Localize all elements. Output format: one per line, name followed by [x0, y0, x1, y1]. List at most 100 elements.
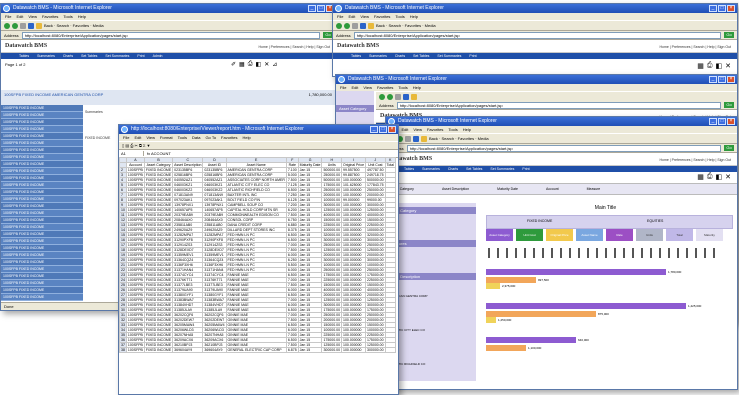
table-cell[interactable]: 125000.00: [365, 207, 386, 213]
table-cell[interactable]: 31376KT71: [202, 277, 227, 283]
table-cell[interactable]: FIXED INCOME: [143, 287, 174, 293]
header-tile[interactable]: Asset Category: [486, 229, 513, 241]
report-row[interactable]: 100SFPB FIXED INCOME: [1, 168, 83, 175]
nav-summaries[interactable]: Summaries: [422, 167, 440, 171]
table-cell[interactable]: 7.125: [285, 182, 299, 188]
table-cell[interactable]: 369604AY9: [172, 347, 204, 353]
table-cell[interactable]: 250000.00: [321, 172, 343, 178]
close-button[interactable]: ×: [388, 126, 396, 133]
chart-icon[interactable]: ◧: [256, 61, 262, 68]
table-cell[interactable]: 100SFPB: [125, 242, 145, 248]
table-cell[interactable]: FIXED INCOME: [143, 332, 174, 338]
table-cell[interactable]: FIXED INCOME: [143, 347, 174, 353]
nav-print[interactable]: Print: [469, 54, 476, 58]
table-cell[interactable]: 5.000: [285, 172, 299, 178]
table-cell[interactable]: CAPITAL HOLD CORP MTN SR: [225, 207, 287, 213]
header-tile[interactable]: Maturity: [696, 229, 723, 241]
table-cell[interactable]: 7.100: [285, 167, 299, 173]
stop-icon[interactable]: [405, 135, 411, 142]
go-button[interactable]: Go: [724, 102, 734, 108]
home-icon[interactable]: [36, 22, 42, 29]
table-cell[interactable]: 125000.00: [321, 297, 343, 303]
sidebar-asset-category[interactable]: Asset Category: [336, 105, 374, 112]
table-cell[interactable]: 100SFPB: [125, 202, 145, 208]
column-header[interactable]: Account: [125, 162, 145, 168]
table-cell[interactable]: 200000.00: [321, 317, 343, 323]
table-cell[interactable]: 100SFPB: [125, 187, 145, 193]
report-row[interactable]: 100SFPB FIXED INCOME: [1, 217, 83, 224]
report-row[interactable]: 100SFPB FIXED INCOME: [1, 273, 83, 280]
table-cell[interactable]: 097023AK1: [202, 197, 227, 203]
table-cell[interactable]: 150000.00: [365, 217, 386, 223]
table-row[interactable]: 38 100SFPB FIXED INCOME 369604AY9 369604AY9 G…: [119, 347, 397, 353]
column-header[interactable]: Asset Category: [143, 162, 174, 168]
table-cell[interactable]: 36207NHA5: [202, 332, 227, 338]
table-cell[interactable]: 046003KZ1: [202, 182, 227, 188]
table-cell[interactable]: 100.000000: [341, 187, 367, 193]
menu-item[interactable]: Favorites: [221, 135, 237, 140]
table-row[interactable]: 3 100SFPB FIXED INCOME 025816BF6 025816BF6 AM…: [119, 172, 397, 178]
table-cell[interactable]: 040552AZ1: [202, 177, 227, 183]
table-cell[interactable]: 100.000000: [341, 192, 367, 198]
home-icon[interactable]: [368, 22, 374, 29]
table-cell[interactable]: 200000.00: [365, 252, 386, 258]
table-cell[interactable]: 100SFPB: [125, 317, 145, 323]
table-cell[interactable]: 31384VHD7: [202, 302, 227, 308]
table-cell[interactable]: 208464AX0: [202, 217, 227, 223]
table-cell[interactable]: 100.000000: [341, 342, 367, 348]
report-row[interactable]: 100SFPB FIXED INCOME: [1, 133, 83, 140]
table-cell[interactable]: 100SFPB: [125, 272, 145, 278]
table-cell[interactable]: 6.250: [285, 257, 299, 263]
table-cell[interactable]: 200000.00: [321, 192, 343, 198]
table-cell[interactable]: 150000.00: [365, 282, 386, 288]
table-cell[interactable]: 177843.75: [365, 182, 386, 188]
table-cell[interactable]: 100SFPB: [125, 282, 145, 288]
table-cell[interactable]: 023135BF6: [202, 167, 227, 173]
table-row[interactable]: 9 100SFPB FIXED INCOME 13978PNX1 13978PNX1 CA…: [119, 202, 397, 208]
filter-icon[interactable]: ⊿: [272, 61, 277, 68]
toolbar-icons[interactable]: ▯ ▤ ⎙ ✂ ⧉ Σ ▼: [122, 143, 151, 148]
table-cell[interactable]: COMMONWEALTH EDISON CO: [225, 212, 287, 218]
table-cell[interactable]: 13978PNX1: [202, 202, 227, 208]
table-cell[interactable]: FIXED INCOME: [143, 282, 174, 288]
bar[interactable]: [486, 303, 686, 309]
table-cell[interactable]: FIXED INCOME: [143, 187, 174, 193]
maximize-button[interactable]: □: [317, 5, 325, 12]
table-cell[interactable]: 200000.00: [365, 192, 386, 198]
table-cell[interactable]: 225000.00: [321, 277, 343, 283]
table-cell[interactable]: 249718.75: [365, 172, 386, 178]
table-cell[interactable]: FIXED INCOME: [143, 327, 174, 333]
top-links[interactable]: Home | Preferences | Search | Help | Sig…: [258, 45, 330, 49]
table-cell[interactable]: 100SFPB: [125, 232, 145, 238]
table-cell[interactable]: 31379UA90: [202, 287, 227, 293]
table-cell[interactable]: 100.000000: [341, 322, 367, 328]
table-cell[interactable]: 250000.00: [365, 187, 386, 193]
nav-set-summaries[interactable]: Set Summaries: [490, 167, 514, 171]
minimize-button[interactable]: _: [709, 118, 717, 125]
menu-view[interactable]: View: [28, 14, 37, 19]
table-cell[interactable]: 31359MEV1: [202, 252, 227, 258]
table-cell[interactable]: 500000.00: [365, 177, 386, 183]
table-row[interactable]: 14 100SFPB FIXED INCOME 249620AZ9 249620AZ9 D…: [119, 227, 397, 233]
table-cell[interactable]: 7.000: [285, 242, 299, 248]
table-cell[interactable]: 7.500: [285, 282, 299, 288]
report-row[interactable]: 100SFPB FIXED INCOME: [1, 245, 83, 252]
table-cell[interactable]: 175000.00: [365, 307, 386, 313]
table-cell[interactable]: 100000.00: [365, 262, 386, 268]
print-icon[interactable]: ⎙: [707, 173, 713, 181]
table-cell[interactable]: 100.000000: [341, 292, 367, 298]
table-cell[interactable]: 100.000000: [341, 317, 367, 323]
table-cell[interactable]: 7.200: [285, 202, 299, 208]
table-cell[interactable]: 6.500: [285, 337, 299, 343]
back-icon[interactable]: [4, 22, 10, 29]
table-cell[interactable]: 300000.00: [365, 302, 386, 308]
table-cell[interactable]: 36205MAW4: [202, 322, 227, 328]
nav-tables[interactable]: Tables: [19, 54, 29, 58]
table-cell[interactable]: 225000.00: [365, 277, 386, 283]
table-icon[interactable]: ▦: [697, 173, 704, 181]
table-cell[interactable]: 7.500: [285, 317, 299, 323]
report-row[interactable]: 100SFPB FIXED INCOME: [1, 112, 83, 119]
menu-edit[interactable]: Edit: [348, 14, 355, 19]
table-cell[interactable]: 071813AN9: [202, 192, 227, 198]
minimize-button[interactable]: _: [308, 5, 316, 12]
